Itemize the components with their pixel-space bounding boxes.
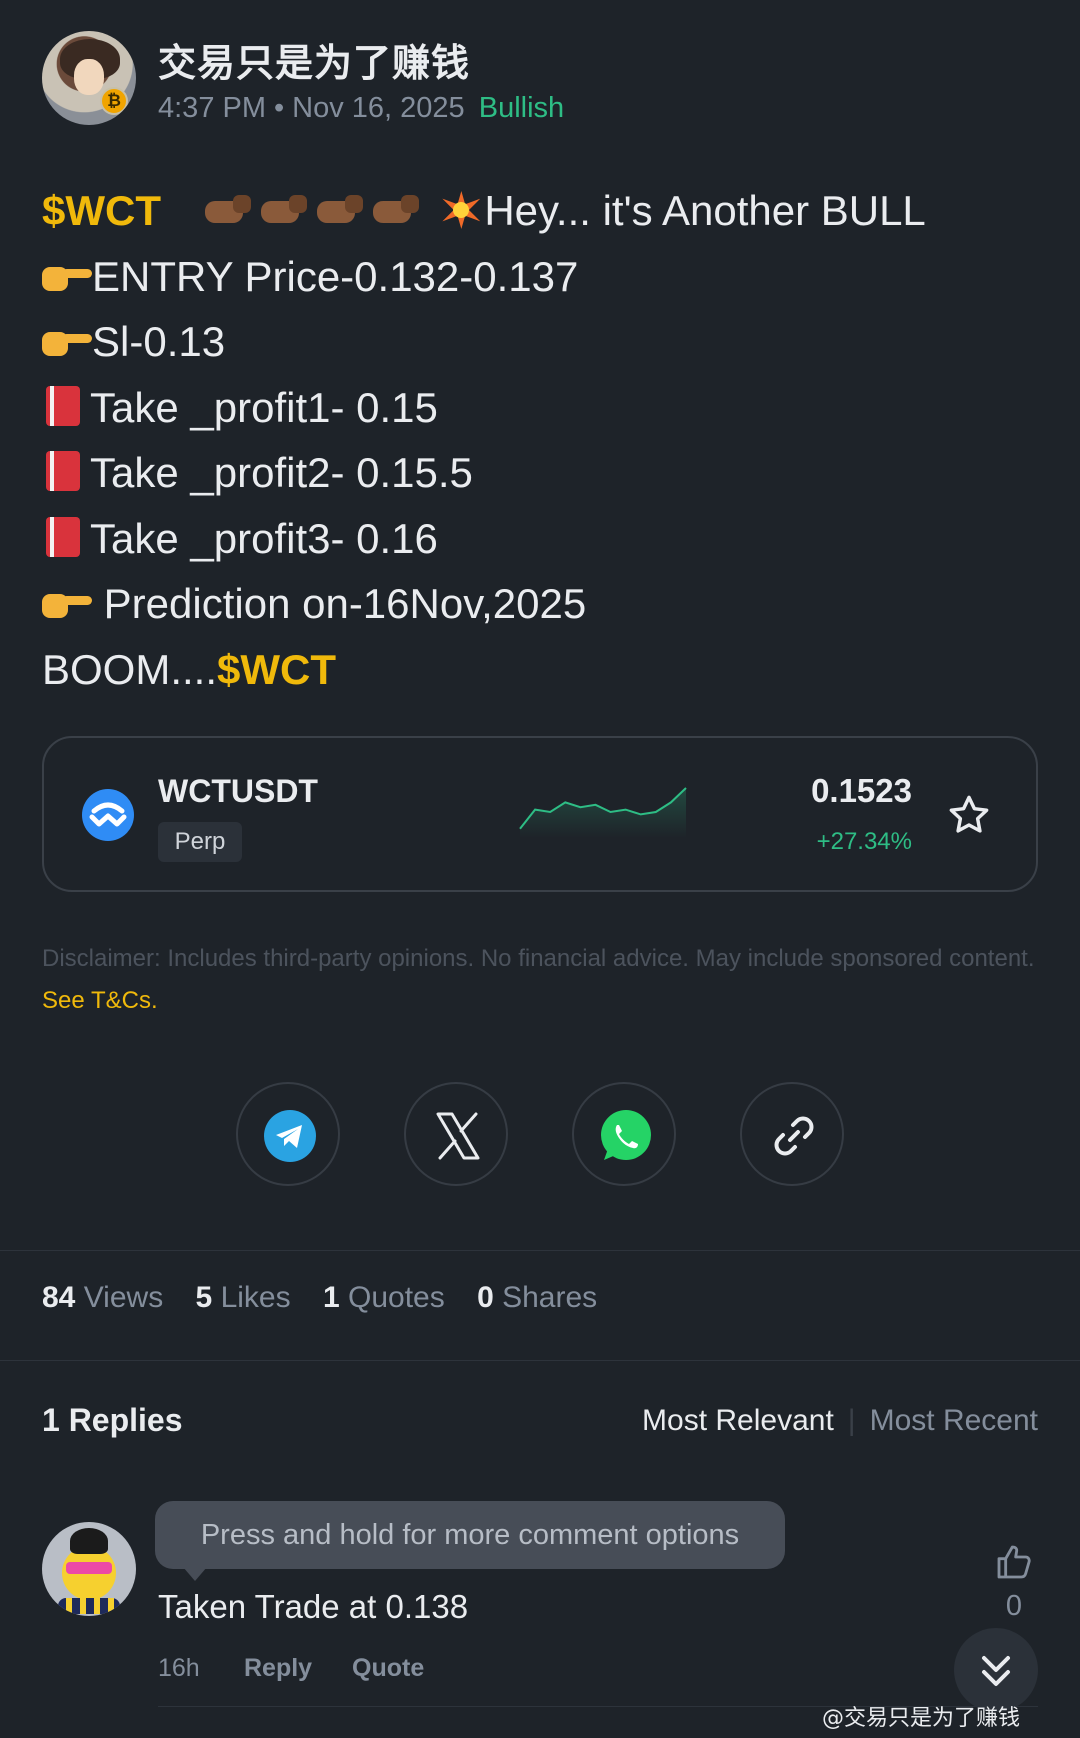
shares-stat: 0 Shares (477, 1281, 598, 1314)
red-book-icon (42, 384, 86, 428)
copy-link-button[interactable] (740, 1082, 844, 1186)
author-name[interactable]: 交易只是为了赚钱 (158, 32, 470, 87)
post-line-1: Hey... it's Another BULL (484, 187, 926, 234)
sparkline-fill (520, 788, 686, 838)
ox-emoji-icon (371, 191, 421, 231)
whatsapp-icon (601, 1110, 651, 1160)
link-icon (774, 1116, 814, 1156)
terms-link[interactable]: See T&Cs. (42, 987, 158, 1014)
comment-text[interactable]: Taken Trade at 0.138 (158, 1588, 468, 1626)
reply-button[interactable]: Reply (244, 1654, 312, 1683)
reply-sort-tabs: Most Relevant | Most Recent (642, 1404, 1038, 1437)
post-stats: 84 Views 5 Likes 1 Quotes 0 Shares (42, 1281, 621, 1315)
bitcoin-badge-icon: ₿ (100, 87, 128, 115)
post-meta: 4:37 PM • Nov 16, 2025 Bullish (158, 92, 565, 124)
divider (0, 1250, 1080, 1251)
post-line-6: Take _profit3- 0.16 (90, 514, 438, 562)
cashtag-link[interactable]: $WCT (217, 646, 336, 693)
views-stat: 84 Views (42, 1281, 164, 1314)
disclaimer-text: Disclaimer: Includes third-party opinion… (42, 945, 1035, 972)
contract-type-badge: Perp (158, 822, 242, 862)
favorite-star-icon[interactable] (946, 792, 992, 838)
ox-emoji-icon (315, 191, 365, 231)
post-body: $WCT Hey... it's Another BULL ENTRY Pric… (42, 178, 1042, 702)
double-chevron-down-icon (982, 1656, 1010, 1686)
post-line-5: Take _profit2- 0.15.5 (90, 449, 473, 496)
red-book-icon (42, 515, 86, 559)
ticker-pair: WCTUSDT (158, 773, 318, 809)
share-whatsapp-button[interactable] (572, 1082, 676, 1186)
likes-stat[interactable]: 5 Likes (196, 1281, 291, 1314)
red-book-icon (42, 449, 86, 493)
share-telegram-button[interactable] (236, 1082, 340, 1186)
post-line-7: Prediction on-16Nov,2025 (92, 580, 587, 627)
disclaimer: Disclaimer: Includes third-party opinion… (42, 938, 1042, 1022)
sentiment-badge: Bullish (478, 92, 565, 124)
ticker-change: +27.34% (816, 828, 912, 855)
replies-count: 1 Replies (42, 1402, 183, 1438)
comment-age: 16h (158, 1654, 200, 1682)
watermark: @交易只是为了赚钱 (822, 1706, 1021, 1731)
ox-emoji-icon (203, 191, 253, 231)
post-date: Nov 16, 2025 (292, 92, 465, 124)
bull-emoji-row (203, 187, 427, 234)
thumbs-up-icon[interactable] (994, 1542, 1034, 1582)
author-avatar[interactable]: ₿ (42, 31, 136, 125)
x-icon (436, 1112, 480, 1160)
walletconnect-logo-icon (82, 789, 134, 841)
tab-most-recent[interactable]: Most Recent (870, 1404, 1038, 1437)
post-line-4: Take _profit1- 0.15 (90, 383, 438, 431)
ticker-price: 0.1523 (811, 772, 912, 809)
quotes-stat[interactable]: 1 Quotes (323, 1281, 445, 1314)
ox-emoji-icon (259, 191, 309, 231)
telegram-icon (264, 1110, 316, 1162)
post-line-2: ENTRY Price-0.132-0.137 (92, 252, 579, 300)
pointing-hand-icon (42, 324, 92, 360)
price-sparkline (519, 787, 687, 838)
pointing-hand-icon (42, 586, 92, 622)
comment-options-tooltip: Press and hold for more comment options (155, 1501, 785, 1581)
share-x-button[interactable] (404, 1082, 508, 1186)
commenter-avatar[interactable] (42, 1522, 136, 1616)
post-line-3: Sl-0.13 (92, 318, 226, 365)
post-line-8: BOOM.... (42, 645, 218, 693)
cashtag-link[interactable]: $WCT (42, 187, 161, 234)
post-time: 4:37 PM (158, 92, 266, 124)
collision-emoji-icon (438, 187, 484, 233)
quote-button[interactable]: Quote (352, 1654, 424, 1683)
comment-like-count: 0 (1005, 1590, 1023, 1622)
pointing-hand-icon (42, 259, 92, 295)
divider (0, 1360, 1080, 1361)
tab-most-relevant[interactable]: Most Relevant (642, 1404, 834, 1437)
